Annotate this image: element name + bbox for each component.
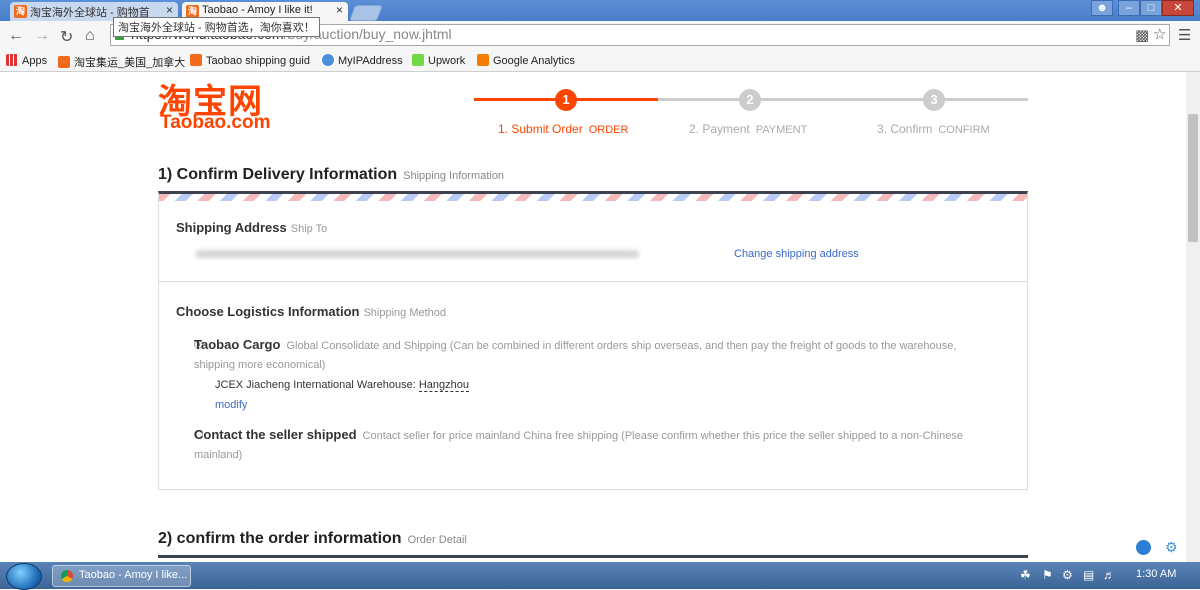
bookmark-google-analytics[interactable]: Google Analytics xyxy=(477,54,575,67)
translate-icon[interactable]: ▩ xyxy=(1135,26,1149,44)
taobao-logo-en[interactable]: Taobao.com xyxy=(160,112,271,134)
bookmark-apps[interactable]: Apps xyxy=(6,54,47,67)
step-2-label: 2. Payment PAYMENT xyxy=(689,122,808,136)
back-arrow-icon[interactable]: ← xyxy=(8,27,24,45)
scroll-thumb[interactable] xyxy=(1188,114,1198,242)
bookmark-upwork[interactable]: Upwork xyxy=(412,54,465,67)
tab-tooltip: 淘宝海外全球站 - 购物首选，淘你喜欢！ xyxy=(113,17,320,37)
step-3-dot: 3 xyxy=(923,89,945,111)
page-content: 淘宝网 Taobao.com 1 2 3 1. Submit Order ORDE… xyxy=(0,72,1186,562)
change-shipping-address-link[interactable]: Change shipping address xyxy=(734,248,859,260)
chat-icon[interactable] xyxy=(1136,540,1151,555)
new-tab-button[interactable] xyxy=(349,5,383,21)
profile-icon[interactable]: ☻ xyxy=(1091,0,1113,16)
taobao-favicon xyxy=(190,54,202,66)
flag-icon[interactable]: ⚑ xyxy=(1042,568,1053,582)
taobao-favicon: 淘 xyxy=(14,5,27,18)
step-1-label: 1. Submit Order ORDER xyxy=(498,122,629,136)
globe-icon xyxy=(322,54,334,66)
contact-seller-option[interactable]: Contact the seller shipped Contact seller… xyxy=(174,425,994,465)
airmail-stripe xyxy=(159,194,1027,201)
section1-title: 1) Confirm Delivery Information Shipping … xyxy=(158,166,505,183)
close-window-button[interactable]: ✕ xyxy=(1162,0,1194,16)
taskbar-chrome-item[interactable]: Taobao - Amoy I like... xyxy=(52,565,191,587)
apps-grid-icon xyxy=(6,54,18,66)
section2-title: 2) confirm the order information Order De… xyxy=(158,530,467,547)
shipping-address-title: Shipping Address Ship To xyxy=(176,220,328,235)
settings-gear-icon[interactable]: ⚙ xyxy=(1165,539,1178,556)
maximize-button[interactable]: □ xyxy=(1140,0,1162,16)
step-2-dot: 2 xyxy=(739,89,761,111)
volume-icon[interactable]: ♬ xyxy=(1103,568,1115,582)
delivery-box: Shipping Address Ship To Change shipping … xyxy=(158,191,1028,490)
start-button[interactable] xyxy=(6,563,42,590)
windows-taskbar: Taobao - Amoy I like... ☘ ⚑ ⚙ ▤ ♬ 1:30 A… xyxy=(0,562,1200,590)
blurred-address xyxy=(195,250,639,258)
tray-app-icon[interactable]: ☘ xyxy=(1020,568,1031,582)
upwork-icon xyxy=(412,54,424,66)
bookmark-taobao-jiyun[interactable]: 淘宝集运_美国_加拿大 xyxy=(58,54,185,70)
network-icon[interactable]: ▤ xyxy=(1083,568,1094,582)
bookmark-star-icon[interactable]: ☆ xyxy=(1153,25,1166,43)
step-3-label: 3. Confirm CONFIRM xyxy=(877,122,990,136)
taobao-cargo-option[interactable]: Taobao Cargo Global Consolidate and Shipp… xyxy=(174,335,994,375)
divider xyxy=(159,281,1027,282)
reload-icon[interactable]: ↻ xyxy=(60,27,73,47)
close-tab-icon[interactable]: × xyxy=(166,3,173,17)
home-icon[interactable]: ⌂ xyxy=(85,27,95,45)
step-1-dot: 1 xyxy=(555,89,577,111)
bookmark-myipaddress[interactable]: MyIPAddress xyxy=(322,54,403,67)
page-scrollbar[interactable] xyxy=(1186,72,1200,562)
clock: 1:30 AM xyxy=(1136,568,1177,580)
menu-icon[interactable]: ☰ xyxy=(1178,26,1191,44)
tab-label: Taobao - Amoy I like it! xyxy=(202,4,313,16)
bookmark-shipping-guide[interactable]: Taobao shipping guid xyxy=(190,54,310,67)
bookmarks-bar: Apps 淘宝集运_美国_加拿大 Taobao shipping guid My… xyxy=(0,51,1200,72)
step-line-inactive xyxy=(658,98,1028,101)
section2-bar xyxy=(158,555,1028,558)
logistics-title: Choose Logistics Information Shipping Met… xyxy=(176,304,447,319)
forward-arrow-icon[interactable]: → xyxy=(34,27,50,45)
chrome-icon xyxy=(61,570,73,582)
warehouse-city[interactable]: Hangzhou xyxy=(418,379,469,392)
taobao-favicon xyxy=(58,56,70,68)
analytics-icon xyxy=(477,54,489,66)
close-tab-icon[interactable]: × xyxy=(336,3,343,17)
tray-settings-icon[interactable]: ⚙ xyxy=(1062,568,1073,582)
modify-link[interactable]: modify xyxy=(215,399,247,411)
minimize-button[interactable]: – xyxy=(1118,0,1140,16)
warehouse-info: JCEX Jiacheng International Warehouse: H… xyxy=(215,379,469,392)
